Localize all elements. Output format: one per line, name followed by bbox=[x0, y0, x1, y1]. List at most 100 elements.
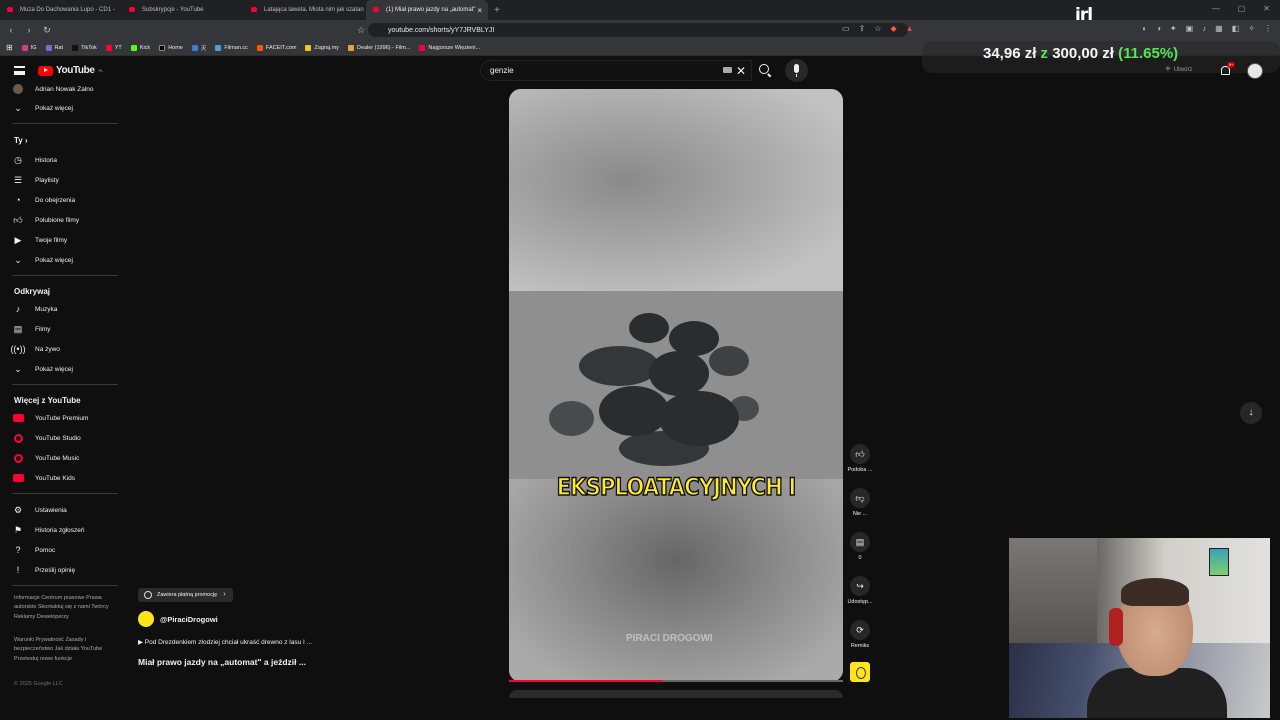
sidebar-item-help[interactable]: ? Pomoc bbox=[12, 545, 55, 555]
sidebar-item-liked[interactable]: 👍︎ Polubione filmy bbox=[12, 215, 79, 225]
puzzle-icon[interactable]: ✧ bbox=[1248, 24, 1255, 33]
search-icon[interactable] bbox=[759, 64, 769, 74]
bookmark[interactable]: IG bbox=[21, 44, 37, 51]
search-input[interactable]: genzie bbox=[480, 60, 752, 81]
reload-icon[interactable]: ↻ bbox=[40, 25, 54, 36]
youtube-premium-icon bbox=[12, 414, 24, 422]
create-button[interactable]: + Utwórz bbox=[1165, 64, 1193, 75]
warning-icon[interactable]: ▲ bbox=[906, 24, 914, 33]
sidebar-item-music[interactable]: ♪ Muzyka bbox=[12, 304, 58, 314]
comment-icon: ▤ bbox=[850, 532, 870, 552]
voice-search-icon[interactable] bbox=[785, 59, 808, 82]
remix-button[interactable]: ⟳ Remiks bbox=[845, 620, 875, 649]
sidebar-subscription[interactable]: Adrian Nowak Zalno bbox=[12, 84, 94, 94]
sidebar-item-movies[interactable]: ▤ Filmy bbox=[12, 324, 51, 334]
bookmark[interactable]: Dealer (1996) - Film... bbox=[347, 44, 410, 51]
sidebar-item-report-history[interactable]: ⚑ Historia zgłoszeń bbox=[12, 525, 85, 535]
url-text: youtube.com/shorts/yY7JRVBLYJI bbox=[388, 26, 495, 34]
bookmark[interactable]: Zagraj.my bbox=[305, 44, 339, 51]
extension-icon[interactable]: ✦ bbox=[1170, 24, 1177, 33]
oil-stain bbox=[649, 351, 709, 396]
footer-links[interactable]: Warunki Prywatność Zasady i bezpieczeńst… bbox=[14, 636, 114, 664]
section-you[interactable]: Ty › bbox=[14, 136, 28, 145]
sidebar-item-your-videos[interactable]: ▶ Twoje filmy bbox=[12, 235, 68, 245]
donation-goal: 34,96 zł z 300,00 zł (11.65%) bbox=[983, 45, 1178, 62]
sidebar-item-live[interactable]: ((•)) Na żywo bbox=[10, 344, 60, 354]
footer-links[interactable]: Informacje Centrum prasowe Prawa autorsk… bbox=[14, 594, 114, 622]
new-tab-icon[interactable]: + bbox=[494, 5, 500, 16]
section-explore: Odkrywaj bbox=[14, 287, 51, 296]
browser-tab[interactable]: Latająca laweta. Miota nim jak szatan bbox=[244, 0, 366, 20]
bookmark[interactable]: Kick bbox=[130, 44, 150, 51]
sidebar: Adrian Nowak Zalno ⌄ Pokaż więcej Ty › ◷ H… bbox=[0, 82, 120, 692]
extension-icon[interactable]: ◧ bbox=[1232, 24, 1240, 33]
browser-tab[interactable]: Muza Do Dachowania Lupo - CD1 - bbox=[0, 0, 122, 20]
extension-icon[interactable]: ♪ bbox=[1202, 24, 1206, 33]
sidebar-item-studio[interactable]: YouTube Studio bbox=[12, 433, 81, 443]
sidebar-show-more[interactable]: ⌄ Pokaż więcej bbox=[12, 255, 73, 265]
tab-title: (1) Miał prawo jazdy na „automat" bbox=[386, 7, 476, 13]
extension-shield-icon[interactable]: ◆ bbox=[890, 24, 896, 33]
account-avatar[interactable] bbox=[1247, 63, 1263, 79]
comments-button[interactable]: ▤ 0 bbox=[845, 532, 875, 561]
sidebar-item-playlists[interactable]: ☰ Playlisty bbox=[12, 175, 59, 185]
hamburger-menu-icon[interactable] bbox=[14, 66, 25, 75]
share-button[interactable]: ↪ Udostęp... bbox=[845, 576, 875, 605]
bookmark[interactable]: FACEIT.com bbox=[256, 44, 296, 51]
sidebar-item-premium[interactable]: YouTube Premium bbox=[12, 413, 88, 423]
star-icon[interactable]: ☆ bbox=[874, 24, 881, 33]
bookmark[interactable]: Home bbox=[159, 44, 183, 51]
faceit-icon bbox=[256, 44, 263, 51]
close-tab-icon[interactable]: × bbox=[477, 6, 482, 15]
back-icon[interactable]: ‹ bbox=[4, 25, 18, 35]
bookmark[interactable]: YT bbox=[105, 44, 122, 51]
browser-tab[interactable]: Subskrypcje - YouTube bbox=[122, 0, 244, 20]
next-short-arrow-icon[interactable]: ↓ bbox=[1240, 402, 1262, 424]
bookmark[interactable]: TikTok bbox=[72, 44, 97, 51]
like-button[interactable]: 👍︎ Podoba ... bbox=[845, 444, 875, 473]
sidebar-item-music-app[interactable]: YouTube Music bbox=[12, 453, 79, 463]
browser-tab-active[interactable]: (1) Miał prawo jazdy na „automat" × bbox=[366, 0, 488, 20]
sidebar-item-settings[interactable]: ⚙ Ustawienia bbox=[12, 505, 67, 515]
sidebar-item-feedback[interactable]: ! Prześlij opinię bbox=[12, 565, 75, 575]
short-video-player[interactable]: EKSPLOATACYJNYCH I PIRACI DROGOWI bbox=[509, 89, 843, 682]
short-title[interactable]: Miał prawo jazdy na „automat" a jeździł … bbox=[138, 657, 306, 667]
channel-link[interactable]: @PiraciDrogowi bbox=[138, 611, 218, 627]
bookmark-star-icon[interactable]: ☆ bbox=[354, 25, 368, 36]
extension-icon[interactable]: ◑ bbox=[1156, 24, 1161, 33]
sidebar-show-more[interactable]: ⌄ Pokaż więcej bbox=[12, 364, 73, 374]
next-short-preview[interactable] bbox=[509, 690, 843, 698]
sidebar-item-watch-later[interactable]: ◔ Do obejrzenia bbox=[12, 195, 75, 205]
extension-icon[interactable]: ▦ bbox=[1215, 24, 1223, 33]
address-bar[interactable]: youtube.com/shorts/yY7JRVBLYJI bbox=[368, 23, 908, 37]
extension-icon[interactable]: ▣ bbox=[1186, 24, 1194, 33]
apps-grid-icon[interactable]: ⊞ bbox=[6, 43, 13, 52]
keyboard-icon[interactable] bbox=[723, 67, 732, 73]
goal-target: 300,00 zł bbox=[1052, 45, 1114, 62]
clear-search-icon[interactable]: ✕ bbox=[736, 64, 746, 78]
close-window-icon[interactable]: ✕ bbox=[1263, 4, 1270, 13]
forward-icon[interactable]: › bbox=[22, 25, 36, 35]
bookmark[interactable]: Najgorsze Więzieni... bbox=[419, 44, 480, 51]
youtube-logo[interactable]: YouTube PL bbox=[38, 65, 103, 76]
maximize-icon[interactable]: ▢ bbox=[1238, 4, 1246, 13]
goal-current: 34,96 zł bbox=[983, 45, 1037, 62]
channel-avatar-button[interactable] bbox=[850, 662, 870, 682]
sidebar-item-history[interactable]: ◷ Historia bbox=[12, 155, 57, 165]
instagram-icon bbox=[21, 44, 28, 51]
share-page-icon[interactable]: ⇪ bbox=[859, 24, 866, 33]
paid-promotion-badge[interactable]: Zawiera płatną promocję › bbox=[138, 588, 233, 602]
bookmark[interactable]: 灭 bbox=[191, 44, 206, 52]
short-description[interactable]: ▶ Pod Drezdenkiem złodziej chciał ukraść… bbox=[138, 638, 312, 646]
dislike-button[interactable]: 👎︎ Nie ... bbox=[845, 488, 875, 517]
bookmark[interactable]: Rat bbox=[45, 44, 63, 51]
menu-dots-icon[interactable]: ⋮ bbox=[1264, 24, 1272, 33]
filman-icon bbox=[215, 44, 222, 51]
clock-icon: ◔ bbox=[15, 195, 21, 205]
bookmark[interactable]: Filman.cc bbox=[215, 44, 248, 51]
cast-icon[interactable]: ▭ bbox=[842, 24, 850, 33]
sidebar-show-more[interactable]: ⌄ Pokaż więcej bbox=[12, 103, 73, 113]
sidebar-item-kids[interactable]: YouTube Kids bbox=[12, 473, 75, 483]
minimize-icon[interactable]: — bbox=[1212, 4, 1220, 13]
extension-icon[interactable]: ◐ bbox=[1142, 24, 1147, 33]
